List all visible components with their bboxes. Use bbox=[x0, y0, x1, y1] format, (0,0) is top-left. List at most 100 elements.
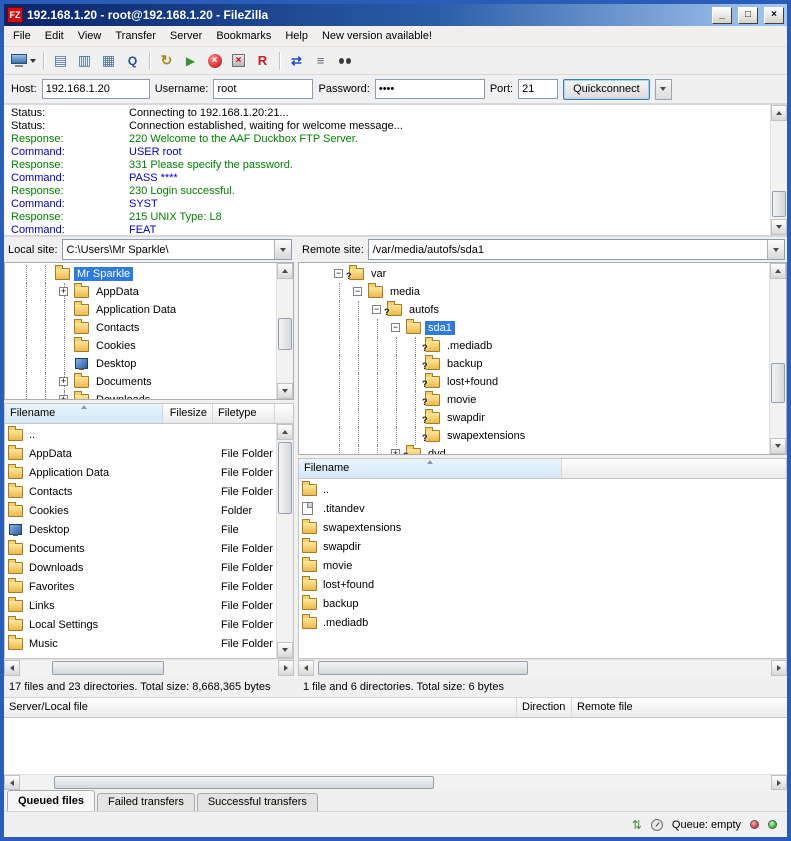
scroll-down-button[interactable] bbox=[277, 383, 293, 399]
tree-item[interactable]: swapdir bbox=[311, 409, 766, 427]
disconnect-button[interactable]: × bbox=[227, 50, 250, 72]
remote-file-row[interactable]: movie bbox=[299, 556, 786, 575]
local-file-row[interactable]: DesktopFile bbox=[5, 520, 293, 539]
tree-item[interactable]: media bbox=[311, 283, 766, 301]
tree-item[interactable]: Downloads bbox=[17, 391, 273, 400]
menu-help[interactable]: Help bbox=[278, 27, 315, 45]
collapse-toggle[interactable] bbox=[372, 305, 381, 314]
scroll-thumb[interactable] bbox=[54, 776, 434, 789]
scroll-down-button[interactable] bbox=[771, 219, 787, 235]
local-file-row[interactable]: LinksFile Folder bbox=[5, 596, 293, 615]
tree-item[interactable]: swapextensions bbox=[311, 427, 766, 445]
collapse-toggle[interactable] bbox=[353, 287, 362, 296]
local-file-row[interactable]: DownloadsFile Folder bbox=[5, 558, 293, 577]
scroll-thumb[interactable] bbox=[771, 363, 785, 403]
expand-toggle[interactable] bbox=[59, 287, 68, 296]
local-site-dropdown-button[interactable] bbox=[274, 240, 291, 259]
remote-file-row[interactable]: swapextensions bbox=[299, 518, 786, 537]
tab-successful-transfers[interactable]: Successful transfers bbox=[197, 793, 318, 811]
local-file-row[interactable]: ContactsFile Folder bbox=[5, 482, 293, 501]
scroll-thumb[interactable] bbox=[772, 191, 786, 217]
tree-item[interactable]: sda1 bbox=[311, 319, 766, 337]
remote-file-row[interactable]: .. bbox=[299, 480, 786, 499]
tree-item[interactable]: movie bbox=[311, 391, 766, 409]
quickconnect-button[interactable]: Quickconnect bbox=[563, 79, 650, 100]
menu-edit[interactable]: Edit bbox=[38, 27, 71, 45]
collapse-toggle[interactable] bbox=[391, 323, 400, 332]
reconnect-button[interactable]: R bbox=[251, 50, 274, 72]
local-file-row[interactable]: .. bbox=[5, 425, 293, 444]
site-manager-button[interactable] bbox=[9, 50, 38, 72]
scroll-down-button[interactable] bbox=[277, 642, 293, 658]
speed-limit-icon[interactable] bbox=[651, 819, 663, 831]
scroll-up-button[interactable] bbox=[277, 424, 293, 440]
expand-toggle[interactable] bbox=[391, 449, 400, 455]
column-header-filename[interactable]: Filename bbox=[5, 404, 163, 423]
remote-file-row[interactable]: swapdir bbox=[299, 537, 786, 556]
menu-view[interactable]: View bbox=[71, 27, 109, 45]
find-files-button[interactable] bbox=[333, 50, 356, 72]
password-input[interactable] bbox=[375, 79, 485, 99]
remote-file-row[interactable]: .titandev bbox=[299, 499, 786, 518]
menu-file[interactable]: File bbox=[6, 27, 38, 45]
close-button[interactable]: × bbox=[764, 7, 784, 24]
scroll-thumb[interactable] bbox=[318, 661, 528, 675]
local-file-row[interactable]: MusicFile Folder bbox=[5, 634, 293, 653]
tree-item[interactable]: Cookies bbox=[17, 337, 273, 355]
tree-item[interactable]: dvd bbox=[311, 445, 766, 455]
scroll-thumb[interactable] bbox=[278, 442, 292, 514]
menu-new-version[interactable]: New version available! bbox=[315, 27, 439, 45]
local-file-row[interactable]: CookiesFolder bbox=[5, 501, 293, 520]
local-file-row[interactable]: Local SettingsFile Folder bbox=[5, 615, 293, 634]
toggle-local-tree-button[interactable]: ▥ bbox=[73, 50, 96, 72]
minimize-button[interactable]: _ bbox=[712, 7, 732, 24]
local-tree-scrollbar[interactable] bbox=[276, 263, 293, 399]
column-header-filesize[interactable]: Filesize bbox=[163, 404, 213, 423]
scroll-down-button[interactable] bbox=[770, 438, 786, 454]
tab-failed-transfers[interactable]: Failed transfers bbox=[97, 793, 195, 811]
tree-item[interactable]: backup bbox=[311, 355, 766, 373]
scroll-right-button[interactable] bbox=[771, 775, 787, 790]
tree-item[interactable]: Documents bbox=[17, 373, 273, 391]
port-input[interactable] bbox=[518, 79, 558, 99]
tree-item[interactable]: lost+found bbox=[311, 373, 766, 391]
tree-item[interactable]: Desktop bbox=[17, 355, 273, 373]
column-header-server-local-file[interactable]: Server/Local file bbox=[4, 698, 517, 717]
scroll-thumb[interactable] bbox=[278, 318, 292, 350]
menu-server[interactable]: Server bbox=[163, 27, 209, 45]
activity-icon[interactable]: ⇅ bbox=[632, 818, 642, 832]
local-horizontal-scrollbar[interactable] bbox=[4, 659, 294, 676]
column-header-direction[interactable]: Direction bbox=[517, 698, 572, 717]
cancel-button[interactable]: × bbox=[203, 50, 226, 72]
tab-queued-files[interactable]: Queued files bbox=[7, 790, 95, 811]
scroll-right-button[interactable] bbox=[278, 660, 294, 676]
local-file-row[interactable]: Application DataFile Folder bbox=[5, 463, 293, 482]
local-list-scrollbar[interactable] bbox=[276, 424, 293, 658]
tree-item[interactable]: .mediadb bbox=[311, 337, 766, 355]
column-header-filename[interactable]: Filename bbox=[299, 459, 562, 478]
tree-item[interactable]: AppData bbox=[17, 283, 273, 301]
menu-transfer[interactable]: Transfer bbox=[108, 27, 163, 45]
scroll-left-button[interactable] bbox=[4, 660, 20, 676]
remote-site-combobox[interactable]: /var/media/autofs/sda1 bbox=[368, 239, 785, 260]
expand-toggle[interactable] bbox=[59, 395, 68, 400]
scroll-left-button[interactable] bbox=[4, 775, 20, 790]
scroll-thumb[interactable] bbox=[52, 661, 164, 675]
process-queue-button[interactable]: ▶ bbox=[179, 50, 202, 72]
remote-horizontal-scrollbar[interactable] bbox=[298, 659, 787, 676]
tree-item[interactable]: var bbox=[311, 265, 766, 283]
toggle-message-log-button[interactable]: ▤ bbox=[49, 50, 72, 72]
log-scrollbar[interactable] bbox=[770, 105, 787, 235]
column-header-filetype[interactable]: Filetype bbox=[213, 404, 275, 423]
remote-file-row[interactable]: backup bbox=[299, 594, 786, 613]
maximize-button[interactable]: □ bbox=[738, 7, 758, 24]
local-file-row[interactable]: AppDataFile Folder bbox=[5, 444, 293, 463]
remote-tree-scrollbar[interactable] bbox=[769, 263, 786, 454]
scroll-right-button[interactable] bbox=[771, 660, 787, 676]
toggle-remote-tree-button[interactable]: ▦ bbox=[97, 50, 120, 72]
scroll-up-button[interactable] bbox=[770, 263, 786, 279]
local-file-row[interactable]: DocumentsFile Folder bbox=[5, 539, 293, 558]
tree-item[interactable]: autofs bbox=[311, 301, 766, 319]
tree-item[interactable]: Mr Sparkle bbox=[17, 265, 273, 283]
remote-site-dropdown-button[interactable] bbox=[767, 240, 784, 259]
